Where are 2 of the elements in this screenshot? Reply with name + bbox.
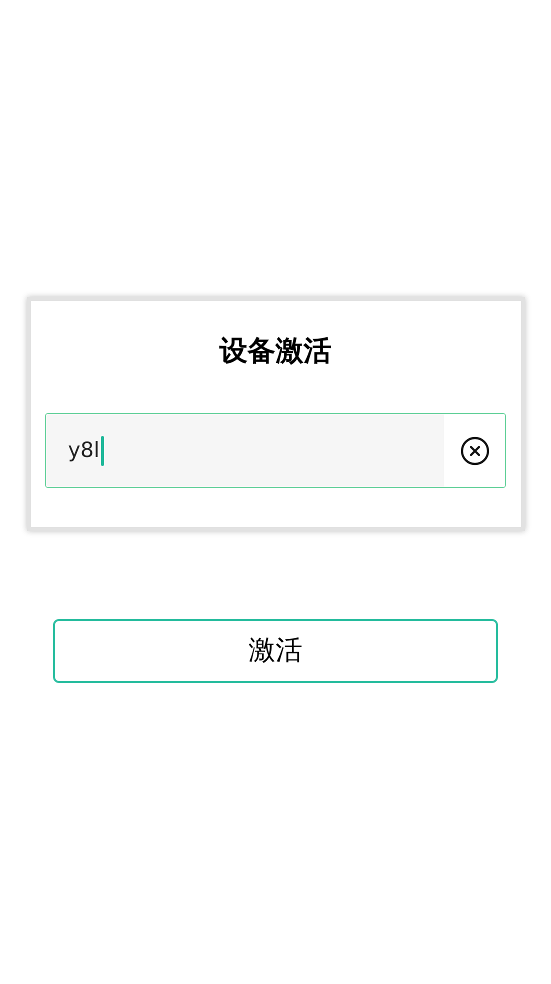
dialog-title: 设备激活	[220, 333, 332, 369]
activate-button[interactable]: 激活	[53, 619, 498, 683]
